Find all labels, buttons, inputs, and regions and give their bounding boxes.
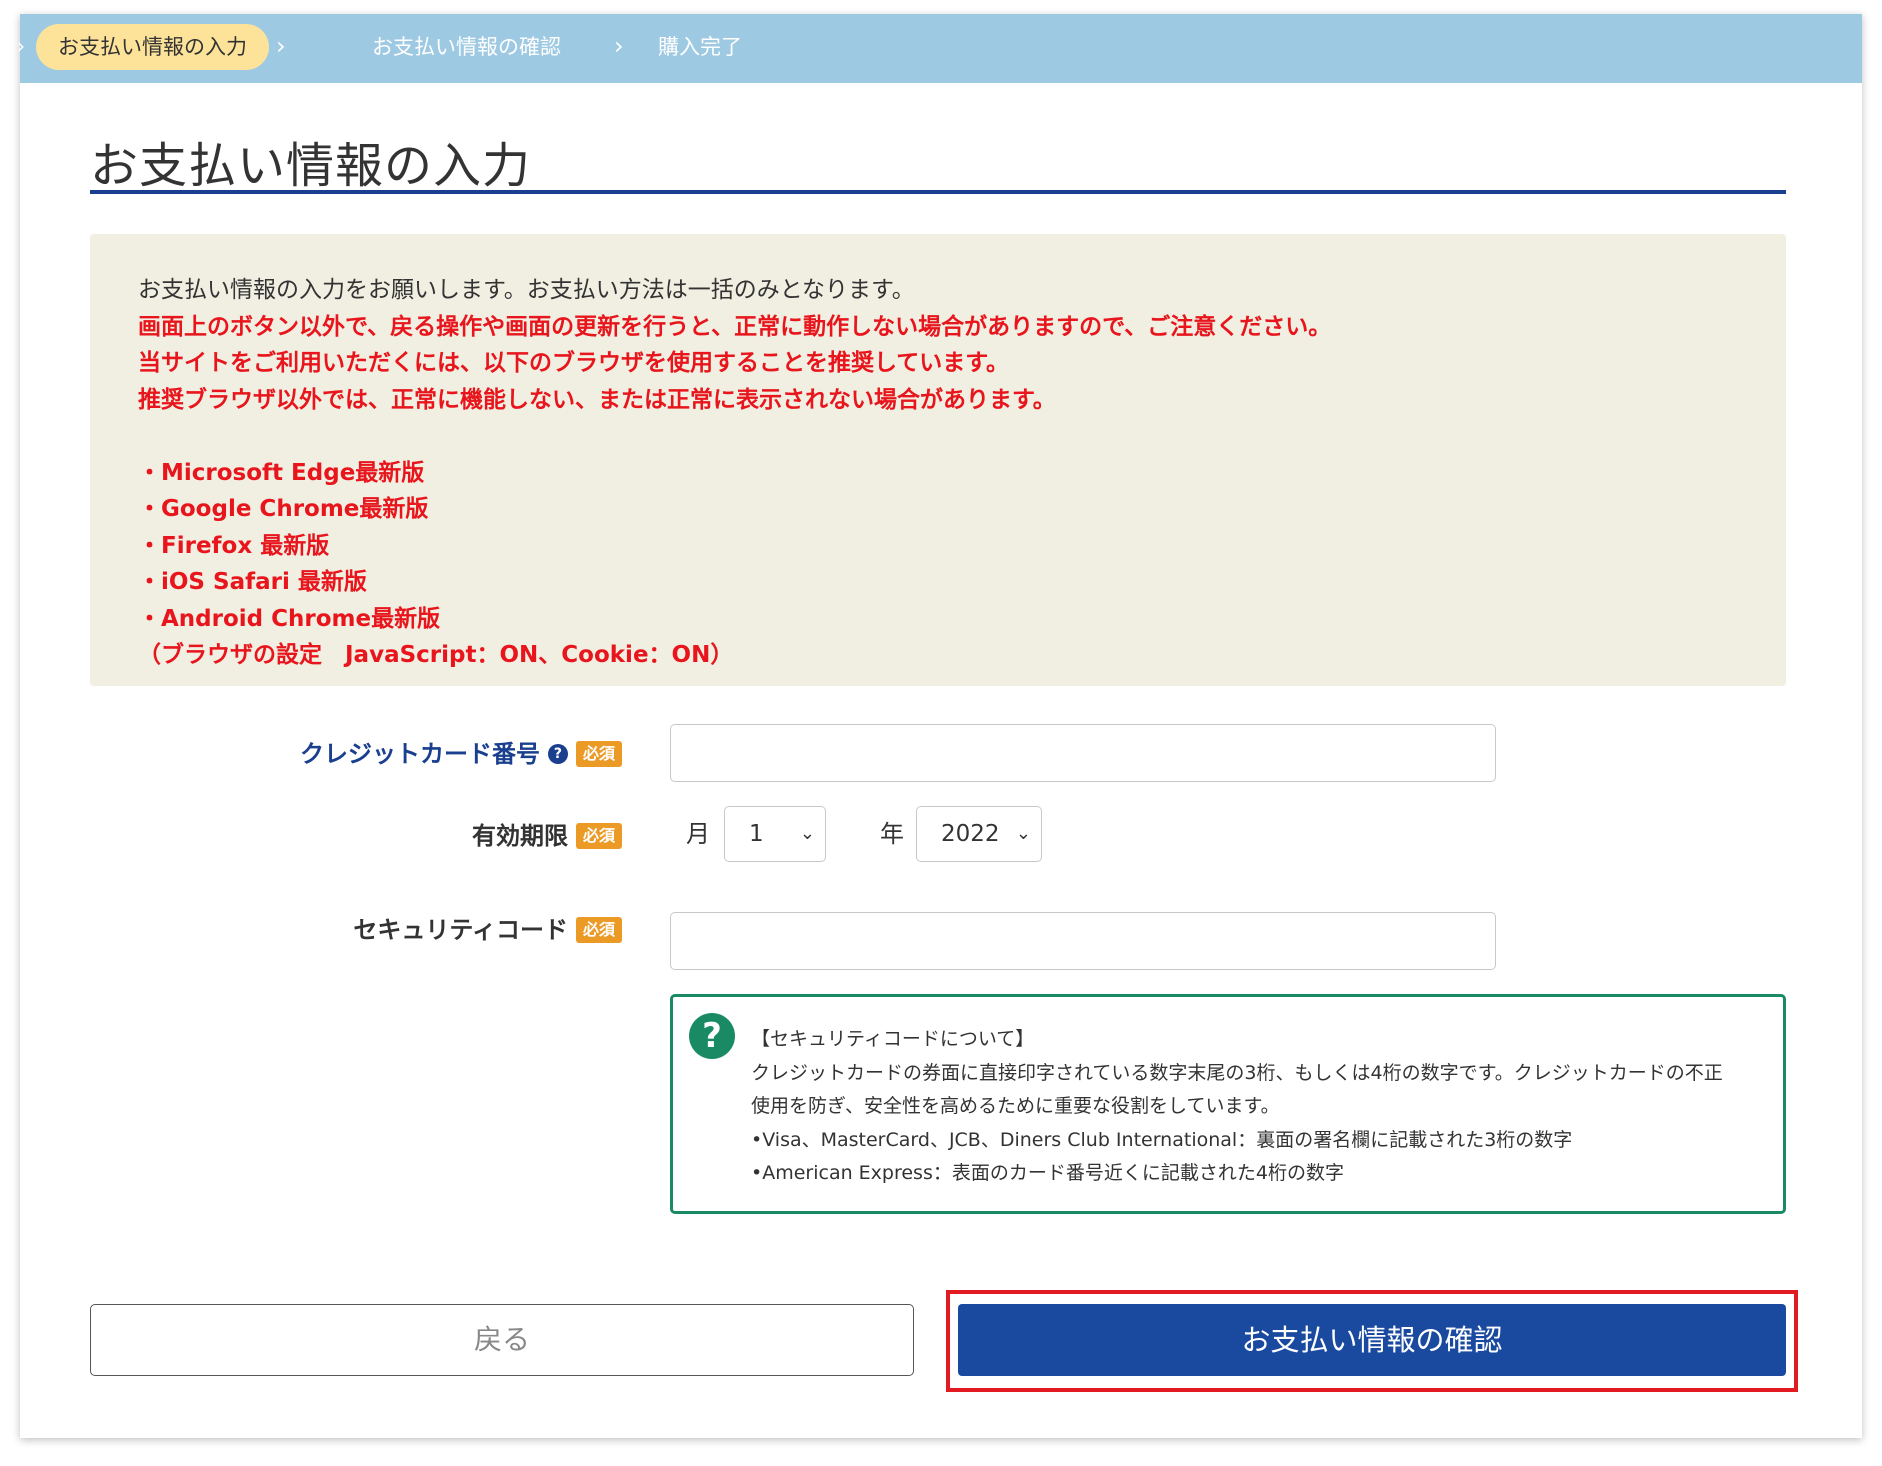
question-circle-icon: ? [689,1013,735,1059]
year-label: 年 [880,820,904,848]
chevron-down-icon: ⌄ [1015,823,1031,844]
year-select[interactable]: 2022 ⌄ [916,806,1042,862]
step-purchase-complete: 購入完了 [658,35,742,59]
confirm-payment-button[interactable]: お支払い情報の確認 [958,1304,1786,1376]
chevron-right-icon: › [17,34,25,58]
security-info-title: 【セキュリティコードについて】 [751,1028,1035,1050]
browser-item: ・iOS Safari 最新版 [138,569,367,595]
security-info-line: クレジットカードの券面に直接印字されている数字末尾の3桁、もしくは4桁の数字です… [751,1061,1723,1084]
chevron-down-icon: ⌄ [799,823,815,844]
security-info-line: •Visa、MasterCard、JCB、Diners Club Interna… [751,1128,1573,1151]
card-number-label: クレジットカード番号 ? 必須 [300,734,622,774]
payment-card: › お支払い情報の入力 › お支払い情報の確認 › 購入完了 お支払い情報の入力… [17,14,1862,1438]
browser-item: ・Microsoft Edge最新版 [138,459,425,486]
browser-settings: （ブラウザの設定 JavaScript：ON、Cookie：ON） [138,642,734,668]
month-select-value: 1 [749,821,764,847]
title-divider [90,190,1786,194]
page-title: お支払い情報の入力 [90,138,532,194]
security-code-label: セキュリティコード 必須 [353,910,622,950]
expiry-label-text: 有効期限 [471,822,568,850]
required-badge: 必須 [575,823,622,849]
month-select[interactable]: 1 ⌄ [724,806,826,862]
required-badge: 必須 [575,741,622,767]
card-number-label-text: クレジットカード番号 [299,740,540,768]
back-button[interactable]: 戻る [90,1304,914,1376]
step-payment-confirm: お支払い情報の確認 [372,35,561,59]
notice-warning: 当サイトをご利用いただくには、以下のブラウザを使用することを推奨しています。 [138,350,1010,376]
expiry-label: 有効期限 必須 [472,816,622,856]
security-info-line: •American Express：表面のカード番号近くに記載された4桁の数字 [751,1162,1344,1184]
step-breadcrumb: › お支払い情報の入力 › お支払い情報の確認 › 購入完了 [17,14,1862,83]
browser-item: ・Google Chrome最新版 [138,496,429,522]
card-number-input[interactable] [670,724,1496,782]
security-info-line: 使用を防ぎ、安全性を高めるために重要な役割をしています。 [751,1095,1280,1117]
chevron-right-icon: › [276,32,286,60]
question-circle-icon[interactable]: ? [547,744,568,764]
chevron-right-icon: › [614,32,624,60]
notice-intro: お支払い情報の入力をお願いします。お支払い方法は一括のみとなります。 [138,277,915,303]
security-code-input[interactable] [670,912,1496,970]
month-label: 月 [686,820,710,848]
required-badge: 必須 [575,917,622,943]
browser-item: ・Android Chrome最新版 [138,605,441,632]
notice-warning: 画面上のボタン以外で、戻る操作や画面の更新を行うと、正常に動作しない場合がありま… [138,313,1332,340]
year-select-value: 2022 [941,821,1000,847]
step-payment-input: お支払い情報の入力 [36,24,269,70]
notice-box: お支払い情報の入力をお願いします。お支払い方法は一括のみとなります。 画面上のボ… [90,234,1786,686]
browser-item: ・Firefox 最新版 [138,532,330,559]
security-code-label-text: セキュリティコード [353,916,568,944]
notice-warning: 推奨ブラウザ以外では、正常に機能しない、または正常に表示されない場合があります。 [138,386,1056,413]
security-code-info-box: ? 【セキュリティコードについて】 クレジットカードの券面に直接印字されている数… [670,994,1786,1214]
